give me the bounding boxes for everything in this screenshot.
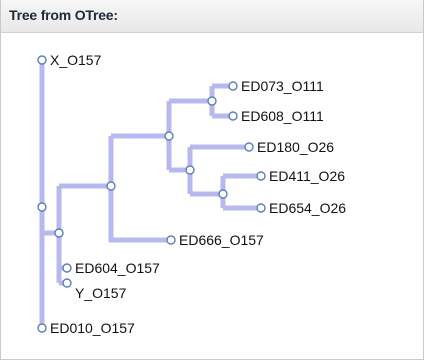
leaf-node[interactable]: ED073_O111: [228, 78, 324, 94]
leaf-label: ED608_O111: [241, 108, 324, 124]
leaf-node[interactable]: ED411_O26: [256, 168, 345, 184]
internal-nodes: [37, 96, 228, 238]
internal-node[interactable]: [207, 96, 217, 106]
leaf-label: ED073_O111: [241, 78, 324, 94]
leaf-node[interactable]: ED604_O157: [62, 260, 160, 276]
internal-node[interactable]: [164, 131, 174, 141]
leaf-label: ED411_O26: [269, 168, 345, 184]
leaf-marker[interactable]: [244, 142, 254, 152]
leaf-label: ED604_O157: [75, 260, 160, 276]
leaf-node[interactable]: ED010_O157: [37, 320, 135, 336]
internal-node[interactable]: [185, 165, 195, 175]
leaf-node[interactable]: ED654_O26: [256, 200, 346, 216]
internal-node[interactable]: [218, 189, 228, 199]
leaf-marker[interactable]: [256, 171, 266, 181]
leaf-marker[interactable]: [37, 55, 47, 65]
leaf-node[interactable]: Y_O157: [62, 278, 127, 301]
leaf-node[interactable]: X_O157: [37, 52, 102, 68]
leaf-marker[interactable]: [166, 235, 176, 245]
tree-link: [108, 136, 171, 243]
internal-node[interactable]: [106, 181, 116, 191]
leaf-label: ED180_O26: [257, 139, 334, 155]
tree-panel: Tree from OTree: X_O157 ED073_O111 ED608…: [0, 0, 424, 360]
leaf-marker[interactable]: [228, 81, 238, 91]
leaf-node[interactable]: ED666_O157: [166, 232, 264, 248]
tree-diagram: X_O157 ED073_O111 ED608_O111 ED180_O26 E…: [37, 52, 346, 336]
leaf-label: Y_O157: [75, 285, 127, 301]
leaf-marker[interactable]: [256, 203, 266, 213]
leaf-marker[interactable]: [37, 323, 47, 333]
leaf-marker[interactable]: [228, 111, 238, 121]
leaf-label: ED654_O26: [269, 200, 346, 216]
internal-node[interactable]: [37, 202, 47, 212]
leaf-node[interactable]: ED608_O111: [228, 108, 324, 124]
internal-node[interactable]: [54, 228, 64, 238]
leaf-marker[interactable]: [62, 263, 72, 273]
leaf-label: X_O157: [50, 52, 102, 68]
leaf-label: ED010_O157: [50, 320, 135, 336]
leaf-node[interactable]: ED180_O26: [244, 139, 334, 155]
leaf-label: ED666_O157: [179, 232, 264, 248]
leaf-marker[interactable]: [62, 278, 72, 288]
